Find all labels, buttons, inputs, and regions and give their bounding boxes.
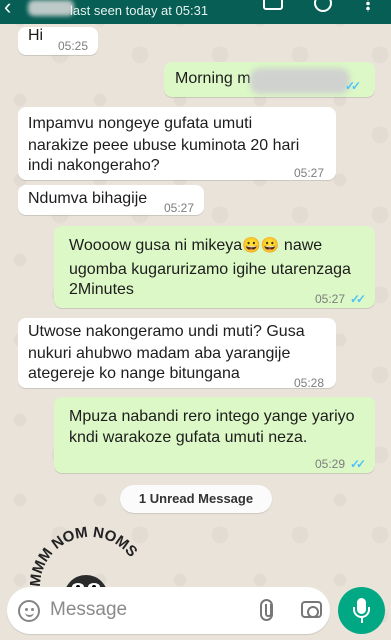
message-bubble-incoming[interactable]: Hi 05:25 xyxy=(18,27,98,55)
message-text: Hi xyxy=(28,27,44,44)
message-bubble-incoming[interactable]: Impamvu nongeye gufata umuti narakize pe… xyxy=(18,107,336,180)
contact-avatar[interactable] xyxy=(28,0,74,16)
message-bubble-outgoing[interactable]: Morning m ✓✓ xyxy=(164,62,375,97)
read-ticks-icon: ✓✓ xyxy=(350,457,366,471)
back-arrow-icon[interactable]: ‹ xyxy=(4,0,11,20)
message-bubble-outgoing[interactable]: Woooow gusa ni mikeya😀😀 nawe ugomba kuga… xyxy=(54,226,375,308)
attach-icon[interactable] xyxy=(260,599,273,621)
message-text-line: Woooow gusa ni mikeya😀😀 nawe xyxy=(69,235,322,257)
message-time: 05:27 xyxy=(315,292,346,306)
message-input[interactable]: Message xyxy=(50,599,127,621)
message-text-line: ugomba kugarurizamo igihe utarenzaga xyxy=(69,261,351,278)
message-text-line: kndi warakoze gufata umuti neza. xyxy=(69,429,308,446)
mic-stand xyxy=(353,607,370,618)
message-composer[interactable]: Message xyxy=(7,587,330,634)
video-call-icon[interactable] xyxy=(263,0,283,10)
message-text-line: indi nakongeraho? xyxy=(28,157,160,174)
message-time: 05:28 xyxy=(294,376,325,390)
grinning-face-icon: 😀😀 xyxy=(242,237,280,254)
message-time: 05:25 xyxy=(58,39,89,53)
message-text-line: 2Minutes xyxy=(69,281,134,298)
unread-messages-divider: 1 Unread Message xyxy=(120,485,272,513)
message-text-line: ategereje ko nange bitungana xyxy=(28,365,240,382)
message-time: 05:29 xyxy=(315,457,346,471)
camera-icon[interactable] xyxy=(301,601,322,618)
message-bubble-incoming[interactable]: Ndumva bihagije 05:27 xyxy=(18,185,204,215)
read-ticks-icon: ✓✓ xyxy=(350,292,366,306)
message-text: Morning m xyxy=(175,70,251,87)
voice-record-button[interactable] xyxy=(338,587,385,634)
message-bubble-incoming[interactable]: Utwose nakongeramo undi muti? Gusa nukur… xyxy=(18,318,336,390)
nom-nom-sticker-icon: MMM NOM NOMS xyxy=(30,525,141,595)
message-text-line: Utwose nakongeramo undi muti? Gusa xyxy=(28,323,305,340)
message-time: 05:27 xyxy=(294,166,325,180)
message-time: 05:27 xyxy=(164,201,195,215)
message-bubble-outgoing[interactable]: Mpuza nabandi rero intego yange yariyo k… xyxy=(54,397,375,473)
message-text-segment: Woooow gusa ni mikeya xyxy=(69,237,243,254)
last-seen-status: last seen today at 05:31 xyxy=(70,3,209,18)
message-text-line: Mpuza nabandi rero intego yange yariyo xyxy=(69,408,355,425)
message-text-line: Impamvu nongeye gufata umuti xyxy=(28,115,253,132)
message-text-segment: nawe xyxy=(279,237,323,254)
message-text-line: narakize peee ubuse kuminota 20 hari xyxy=(28,137,300,154)
sticker-message[interactable]: MMM NOM NOMS xyxy=(30,525,150,595)
redacted-blur xyxy=(250,68,350,94)
voice-call-icon[interactable] xyxy=(314,0,332,12)
emoji-icon[interactable] xyxy=(18,600,40,622)
message-text-line: nukuri ahubwo madam aba yarangije xyxy=(28,345,291,362)
read-ticks-icon: ✓✓ xyxy=(345,79,361,93)
more-options-icon[interactable] xyxy=(366,0,370,12)
message-text: Ndumva bihagije xyxy=(28,190,148,207)
chat-header[interactable]: ‹ last seen today at 05:31 xyxy=(0,0,391,24)
mic-base xyxy=(360,618,363,623)
